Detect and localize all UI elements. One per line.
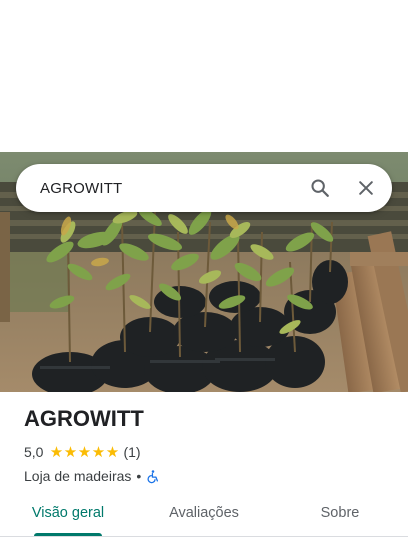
- tab-label: Sobre: [320, 505, 360, 521]
- search-input[interactable]: AGROWITT: [40, 180, 300, 197]
- star-rating: ★ ★ ★ ★ ★: [49, 445, 119, 460]
- review-count[interactable]: (1): [123, 444, 140, 460]
- wheelchair-icon[interactable]: [146, 469, 160, 484]
- clear-search-button[interactable]: [346, 168, 386, 208]
- separator-dot: •: [136, 468, 142, 484]
- star-icon: ★: [63, 443, 78, 461]
- search-bar[interactable]: AGROWITT: [16, 164, 392, 212]
- tab-about[interactable]: Sobre: [272, 494, 408, 536]
- close-icon: [359, 181, 373, 195]
- place-details-page: AGROWITT AGROWITT 5,0 ★ ★ ★ ★ ★ (1) Loja…: [0, 0, 408, 544]
- tab-reviews[interactable]: Avaliações: [136, 494, 272, 536]
- search-button[interactable]: [300, 168, 340, 208]
- tab-label: Avaliações: [169, 505, 239, 521]
- star-icon: ★: [49, 443, 64, 461]
- star-icon: ★: [105, 443, 120, 461]
- place-title: AGROWITT: [24, 406, 144, 431]
- place-info: AGROWITT 5,0 ★ ★ ★ ★ ★ (1) Loja de madei…: [24, 404, 394, 486]
- divider: [0, 536, 408, 537]
- star-icon: ★: [77, 443, 92, 461]
- place-category: Loja de madeiras: [24, 468, 132, 484]
- rating-value: 5,0: [24, 444, 44, 460]
- search-icon: [311, 179, 329, 197]
- rating-row[interactable]: 5,0 ★ ★ ★ ★ ★ (1): [24, 442, 394, 462]
- star-icon: ★: [91, 443, 106, 461]
- place-tabs: Visão geral Avaliações Sobre: [0, 494, 408, 536]
- tab-label: Visão geral: [31, 505, 105, 521]
- category-row: Loja de madeiras •: [24, 466, 394, 486]
- tab-overview[interactable]: Visão geral: [0, 494, 136, 536]
